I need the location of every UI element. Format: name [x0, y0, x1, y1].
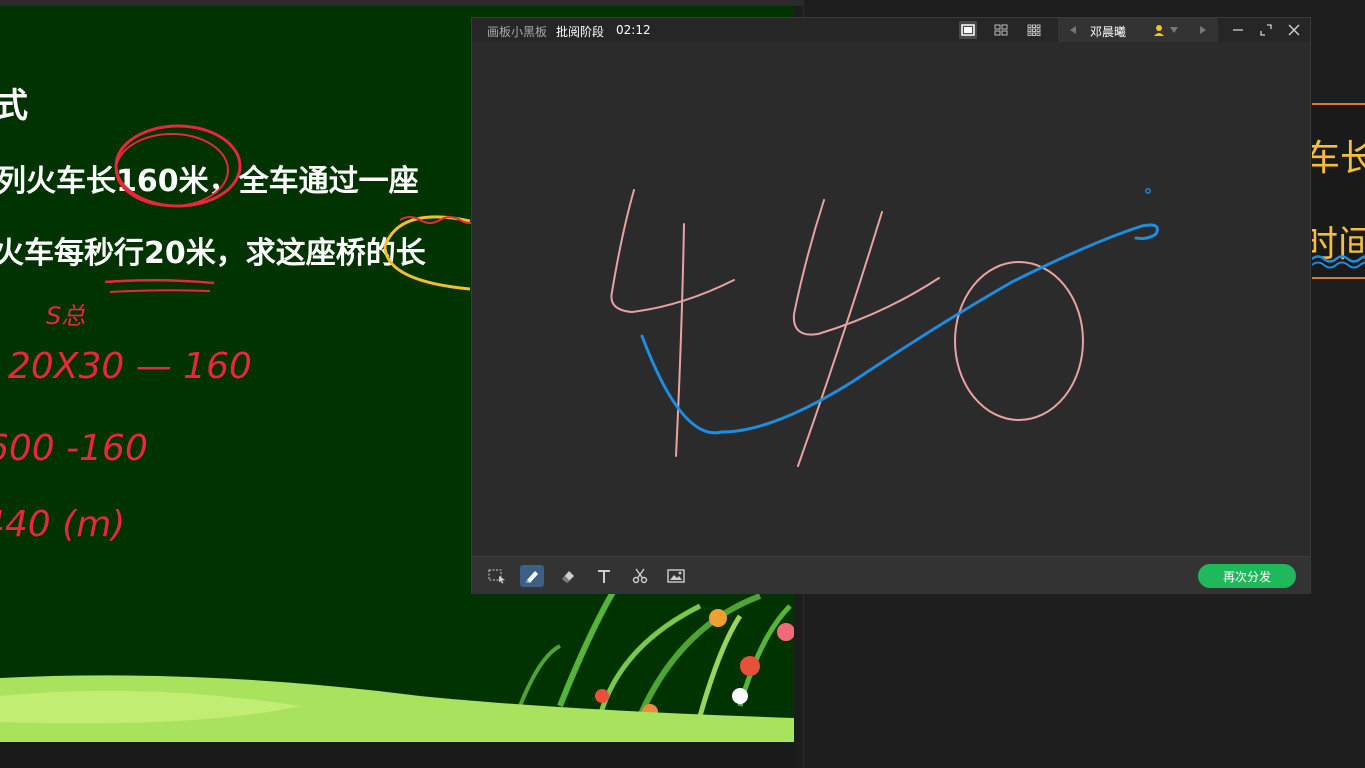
grid-9-icon [1027, 24, 1041, 36]
timer: 02:12 [616, 23, 651, 37]
redistribute-button[interactable]: 再次分发 [1198, 564, 1296, 588]
eraser-tool-button[interactable] [556, 565, 580, 587]
pink-stroke [954, 261, 1084, 421]
flower-icon [595, 689, 609, 703]
caret-left-icon [1070, 26, 1076, 34]
prev-student-button[interactable] [1064, 21, 1082, 39]
whiteboard-titlebar[interactable]: 画板小黑板 批阅阶段 02:12 邓晨曦 [472, 18, 1310, 42]
close-button[interactable] [1285, 21, 1303, 39]
student-name: 邓晨曦 [1090, 25, 1127, 39]
scissors-icon [632, 568, 648, 584]
select-tool-button[interactable] [485, 565, 509, 587]
image-tool-button[interactable] [664, 565, 688, 587]
whiteboard-window: 画板小黑板 批阅阶段 02:12 邓晨曦 再次分发 [471, 17, 1311, 594]
pink-stroke [675, 223, 685, 457]
whiteboard-title: 画板小黑板 [487, 25, 548, 39]
drawing-toolbar: 再次分发 [472, 556, 1310, 594]
chevron-down-icon [1170, 27, 1178, 33]
grid-9-view-button[interactable] [1025, 21, 1043, 39]
blue-wave-annotation [1312, 255, 1365, 269]
next-student-button[interactable] [1194, 21, 1212, 39]
maximize-button[interactable] [1257, 21, 1275, 39]
phase-label: 批阅阶段 [556, 25, 605, 39]
minimize-button[interactable] [1229, 21, 1247, 39]
expand-icon [1260, 24, 1272, 36]
blue-dot [1145, 188, 1151, 194]
single-view-button[interactable] [959, 21, 977, 39]
flower-icon [740, 656, 760, 676]
drawing-canvas[interactable] [472, 42, 1310, 556]
caret-right-icon [1200, 26, 1206, 34]
blue-stroke [640, 223, 1159, 435]
select-icon [488, 569, 505, 584]
flower-icon [777, 623, 794, 641]
image-icon [667, 569, 685, 583]
student-list-button[interactable] [1149, 21, 1183, 39]
side-card-1-text: 车长 [1312, 129, 1365, 181]
flower-icon [709, 609, 727, 627]
pink-stroke [792, 199, 940, 336]
pen-icon [525, 571, 538, 583]
handwriting-strokes [610, 188, 1159, 467]
minimize-icon [1233, 29, 1243, 31]
close-icon [1288, 24, 1300, 36]
eraser-icon [562, 571, 574, 583]
side-card-1[interactable]: 车长 [1312, 103, 1365, 197]
pink-stroke [797, 211, 883, 467]
user-icon [1154, 25, 1164, 36]
pink-stroke [610, 189, 735, 314]
side-card-2[interactable]: 时间 [1312, 195, 1365, 279]
slide-bottom-strip [0, 742, 794, 768]
scissors-tool-button[interactable] [628, 565, 652, 587]
grid-4-view-button[interactable] [992, 21, 1010, 39]
pen-tool-button[interactable] [520, 565, 544, 587]
text-tool-button[interactable] [592, 565, 616, 587]
grid-4-icon [994, 24, 1008, 36]
text-icon [598, 570, 610, 583]
flower-icon [732, 688, 748, 704]
single-view-icon [961, 24, 975, 36]
